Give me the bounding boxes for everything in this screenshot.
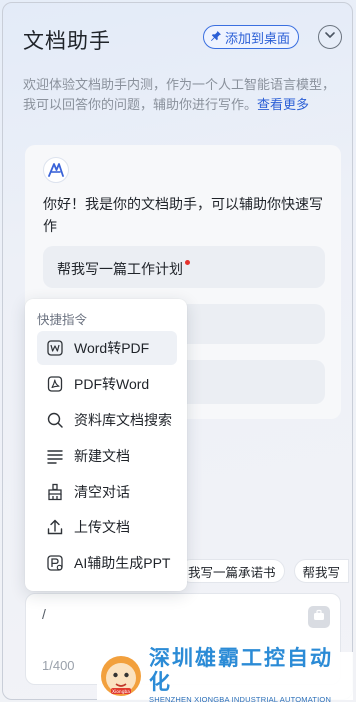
suggestion-label: 帮我写一篇工作计划	[57, 261, 183, 277]
char-counter: 1/400	[42, 658, 75, 673]
assistant-greeting: 你好！我是你的文档助手，可以辅助你快速写作	[43, 196, 323, 234]
ppt-icon	[46, 554, 64, 572]
menu-item-label: 新建文档	[74, 448, 130, 464]
menu-item-pdf-to-word[interactable]: PDF转Word	[37, 367, 177, 401]
intro-text: 欢迎体验文档助手内测，作为一个人工智能语言模型，我可以回答你的问题，辅助你进行写…	[23, 75, 341, 115]
upload-icon	[46, 518, 64, 536]
command-menu-title: 快捷指令	[37, 313, 88, 327]
menu-item-ai-ppt[interactable]: AI辅助生成PPT	[37, 546, 177, 580]
menu-item-library-search[interactable]: 资料库文档搜索	[37, 403, 177, 437]
chevron-down-icon	[324, 28, 336, 46]
menu-item-label: AI辅助生成PPT	[74, 555, 171, 571]
input-value: /	[42, 606, 46, 622]
watermark-text: 深圳雄霸工控自动化 SHENZHEN XIONGBA INDUSTRIAL AU…	[149, 646, 353, 702]
word-doc-icon	[46, 339, 64, 357]
broom-icon	[46, 483, 64, 501]
panel-title: 文档助手	[23, 30, 111, 53]
watermark-company-cn: 深圳雄霸工控自动化	[149, 646, 333, 694]
add-to-desktop-button[interactable]: 添加到桌面	[203, 25, 300, 49]
assistant-panel: 文档助手 添加到桌面 欢迎体验文档助手内测，作为一个人工智能语言模型，我可以回答…	[2, 2, 353, 700]
add-to-desktop-label: 添加到桌面	[225, 30, 291, 46]
panel-header: 文档助手 添加到桌面	[23, 25, 342, 55]
suggestion-work-plan[interactable]: 帮我写一篇工作计划	[43, 246, 325, 288]
new-dot-badge	[185, 260, 190, 265]
menu-item-word-to-pdf[interactable]: Word转PDF	[37, 331, 177, 365]
menu-item-new-document[interactable]: 新建文档	[37, 439, 177, 473]
company-watermark: Xiongba 深圳雄霸工控自动化 SHENZHEN XIONGBA INDUS…	[97, 646, 353, 702]
search-icon	[46, 411, 64, 429]
command-menu: 快捷指令 Word转PDF PDF转Word 资料库文档搜索 新建文档 清空对话…	[25, 299, 187, 591]
menu-item-label: 上传文档	[74, 519, 130, 535]
watermark-company-en: SHENZHEN XIONGBA INDUSTRIAL AUTOMATION	[149, 695, 332, 702]
menu-item-upload-document[interactable]: 上传文档	[37, 510, 177, 544]
menu-item-clear-chat[interactable]: 清空对话	[37, 475, 177, 509]
pin-icon	[210, 30, 222, 45]
collapse-button[interactable]	[318, 25, 342, 49]
pdf-icon	[46, 375, 64, 393]
assistant-logo-icon	[43, 157, 69, 183]
mascot-badge-text: Xiongba	[112, 689, 130, 695]
menu-item-label: Word转PDF	[74, 340, 150, 356]
chip-commitment-letter[interactable]: 我写一篇承诺书	[179, 559, 285, 583]
send-icon	[313, 608, 325, 626]
lines-icon	[46, 447, 64, 465]
menu-item-label: 资料库文档搜索	[74, 412, 172, 428]
chip-help-write[interactable]: 帮我写	[293, 559, 350, 583]
mascot-logo: Xiongba	[99, 654, 143, 698]
menu-item-label: PDF转Word	[74, 376, 150, 392]
menu-item-label: 清空对话	[74, 484, 130, 500]
see-more-link[interactable]: 查看更多	[257, 97, 309, 112]
prompt-chips: 我写一篇承诺书 帮我写	[179, 559, 350, 585]
send-button[interactable]	[308, 606, 330, 628]
